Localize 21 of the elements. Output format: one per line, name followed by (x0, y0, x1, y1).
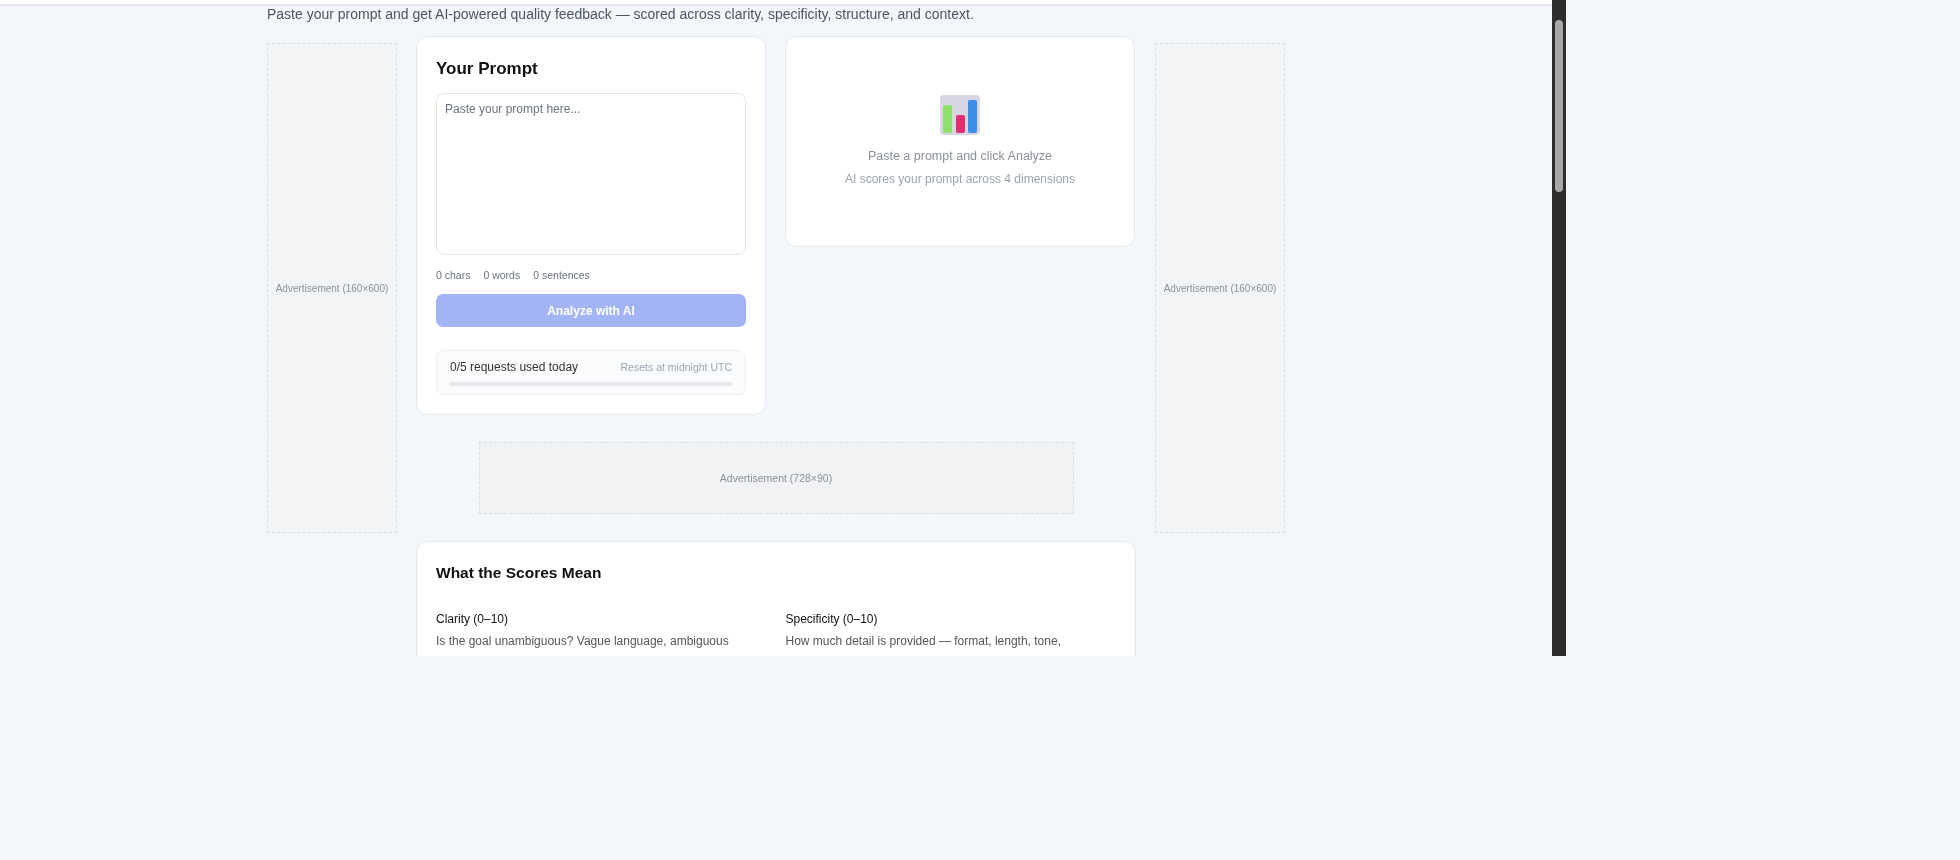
prompt-field[interactable]: Paste your prompt here... (436, 93, 746, 255)
stat-text: 0 sentences (533, 269, 590, 281)
scrollbar[interactable] (1552, 0, 1566, 656)
score-description: Is the goal unambiguous? Vague language, ambiguous (436, 633, 730, 649)
empty-message: Paste a prompt and click Analyze (867, 149, 1053, 163)
scrollbar-thumb[interactable] (1555, 20, 1563, 192)
stat-text: 0 words (483, 269, 521, 281)
bar-chart-icon (940, 95, 980, 135)
card-title: Your Prompt (436, 59, 539, 79)
usage-text: 0/5 requests used today (450, 360, 579, 374)
score-description: How much detail is provided — format, length, tone, (785, 633, 1062, 649)
score-name: Clarity (0–10) (436, 612, 510, 626)
ad-label: Advertisement (728×90) (719, 472, 833, 484)
score-name: Specificity (0–10) (785, 612, 879, 626)
stat-text: 0 chars (436, 269, 471, 281)
ad-label: Advertisement (160×600) (275, 282, 389, 294)
page-subtitle: Paste your prompt and get AI-powered quality feedback — scored across clarity, specificity, structure, and context. (267, 6, 975, 22)
ad-label: Advertisement (160×600) (1163, 282, 1277, 294)
empty-hint: AI scores your prompt across 4 dimensions (844, 172, 1076, 186)
reset-text: Resets at midnight UTC (620, 361, 732, 373)
card-title: What the Scores Mean (436, 564, 603, 582)
